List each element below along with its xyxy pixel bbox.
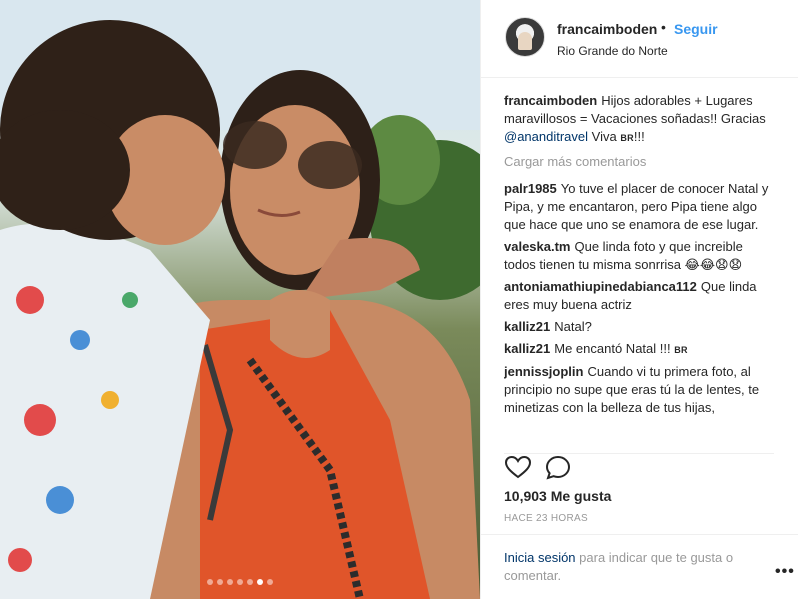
post-photo[interactable]: [0, 0, 480, 599]
carousel-dot[interactable]: [267, 579, 273, 585]
carousel-dot[interactable]: [247, 579, 253, 585]
comment-icon[interactable]: [544, 454, 572, 482]
comments-list: francaimboden Hijos adorables + Lugares m…: [504, 92, 774, 421]
carousel-dot[interactable]: [237, 579, 243, 585]
comment-username[interactable]: kalliz21: [504, 319, 550, 334]
comment-username[interactable]: valeska.tm: [504, 239, 571, 254]
caption: francaimboden Hijos adorables + Lugares m…: [504, 92, 774, 147]
carousel-dot[interactable]: [217, 579, 223, 585]
comment-username[interactable]: palr1985: [504, 181, 557, 196]
flag-br: BR: [620, 133, 634, 143]
login-prompt: Inicia sesión para indicar que te gusta …: [504, 549, 754, 585]
comment-item: jennissjoplin Cuando vi tu primera foto, …: [504, 363, 774, 417]
caption-mention[interactable]: @ananditravel: [504, 129, 588, 144]
author-username[interactable]: francaimboden: [557, 21, 657, 37]
carousel-dot[interactable]: [257, 579, 263, 585]
comment-username[interactable]: jennissjoplin: [504, 364, 583, 379]
comment-item: kalliz21 Natal?: [504, 318, 774, 336]
comment-username[interactable]: antoniamathiupinedabianca112: [504, 279, 697, 294]
post-timestamp[interactable]: HACE 23 HORAS: [504, 513, 588, 524]
follow-button[interactable]: Seguir: [674, 21, 718, 37]
post-header: francaimboden • Seguir Rio Grande do Nor…: [481, 0, 798, 78]
comment-item: antoniamathiupinedabianca112 Que linda er…: [504, 278, 774, 314]
comment-text: Natal?: [554, 319, 592, 334]
action-bar: [504, 453, 774, 483]
separator-bullet: •: [661, 19, 666, 35]
caption-text-3: !!!: [633, 129, 645, 144]
caption-text-2: Viva: [588, 129, 621, 144]
location-link[interactable]: Rio Grande do Norte: [557, 44, 668, 58]
photo-illustration: [0, 0, 480, 599]
load-more-comments[interactable]: Cargar más comentarios: [504, 153, 774, 171]
more-options-icon[interactable]: •••: [775, 563, 795, 581]
carousel-dot[interactable]: [207, 579, 213, 585]
login-link[interactable]: Inicia sesión: [504, 550, 576, 565]
comment-username[interactable]: kalliz21: [504, 341, 550, 356]
comment-item: palr1985 Yo tuve el placer de conocer Nat…: [504, 180, 774, 234]
flag-br: BR: [674, 345, 688, 355]
caption-username[interactable]: francaimboden: [504, 93, 597, 108]
likes-count[interactable]: 10,903 Me gusta: [504, 488, 611, 504]
comment-item: valeska.tm Que linda foto y que increible…: [504, 238, 774, 274]
login-footer: Inicia sesión para indicar que te gusta …: [480, 534, 798, 599]
carousel-dots[interactable]: [0, 579, 480, 585]
carousel-dot[interactable]: [227, 579, 233, 585]
comment-text: Me encantó Natal !!!: [554, 341, 671, 356]
heart-icon[interactable]: [504, 454, 532, 482]
comment-item: kalliz21 Me encantó Natal !!! BR: [504, 340, 774, 359]
avatar[interactable]: [505, 17, 545, 57]
